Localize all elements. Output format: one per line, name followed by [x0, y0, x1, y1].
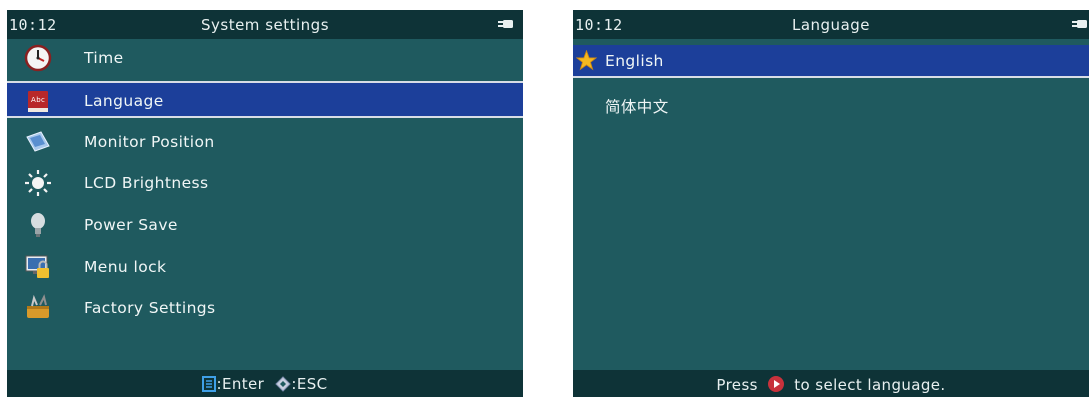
- play-button-icon: [768, 376, 785, 392]
- enter-hint-label: :Enter: [216, 375, 265, 393]
- system-settings-screen: 10:12 System settings Time Abc Language: [7, 10, 523, 397]
- menu-item-label: Language: [84, 92, 164, 110]
- language-screen: 10:12 Language English 简体中文 Press to sel…: [573, 10, 1089, 397]
- footer-hint-suffix: to select language.: [794, 376, 946, 394]
- padlock-monitor-icon: [25, 255, 49, 278]
- toolbox-icon: [27, 294, 49, 318]
- language-option-english[interactable]: English: [573, 45, 1089, 78]
- menu-item-label: LCD Brightness: [84, 174, 209, 192]
- language-option-label: 简体中文: [605, 98, 669, 116]
- language-option-label: English: [605, 52, 664, 70]
- dictionary-book-icon: Abc: [28, 91, 48, 112]
- star-icon: [576, 50, 597, 71]
- title-bar: 10:12 Language: [573, 10, 1089, 39]
- svg-text:Abc: Abc: [31, 96, 45, 104]
- page-title: System settings: [200, 16, 330, 34]
- esc-hint-label: :ESC: [291, 375, 328, 393]
- menu-item-label: Factory Settings: [84, 299, 216, 317]
- clock-icon: [24, 44, 52, 72]
- footer-hint-bar: Press to select language.: [573, 370, 1089, 397]
- light-bulb-icon: [31, 213, 45, 237]
- menu-item-factory-settings[interactable]: Factory Settings: [7, 290, 523, 327]
- menu-item-label: Monitor Position: [84, 133, 215, 151]
- monitor-position-icon: [26, 131, 50, 152]
- esc-key-icon: [275, 376, 292, 392]
- menu-item-time[interactable]: Time: [7, 40, 523, 77]
- menu-item-label: Time: [84, 49, 124, 67]
- page-title: Language: [791, 16, 871, 34]
- menu-item-menu-lock[interactable]: Menu lock: [7, 249, 523, 286]
- menu-item-lcd-brightness[interactable]: LCD Brightness: [7, 165, 523, 202]
- menu-item-label: Power Save: [84, 216, 178, 234]
- menu-item-power-save[interactable]: Power Save: [7, 207, 523, 244]
- language-option-simplified-chinese[interactable]: 简体中文: [573, 88, 1089, 121]
- footer-hint-bar: :Enter :ESC: [7, 370, 523, 397]
- sun-brightness-icon: [25, 170, 51, 196]
- menu-item-monitor-position[interactable]: Monitor Position: [7, 124, 523, 161]
- enter-key-icon: [202, 376, 217, 392]
- power-plug-icon: [1072, 20, 1087, 28]
- footer-hint-prefix: Press: [716, 376, 758, 394]
- title-bar: 10:12 System settings: [7, 10, 523, 39]
- power-plug-icon: [498, 20, 513, 28]
- menu-item-language[interactable]: Abc Language: [7, 81, 523, 118]
- menu-item-label: Menu lock: [84, 258, 167, 276]
